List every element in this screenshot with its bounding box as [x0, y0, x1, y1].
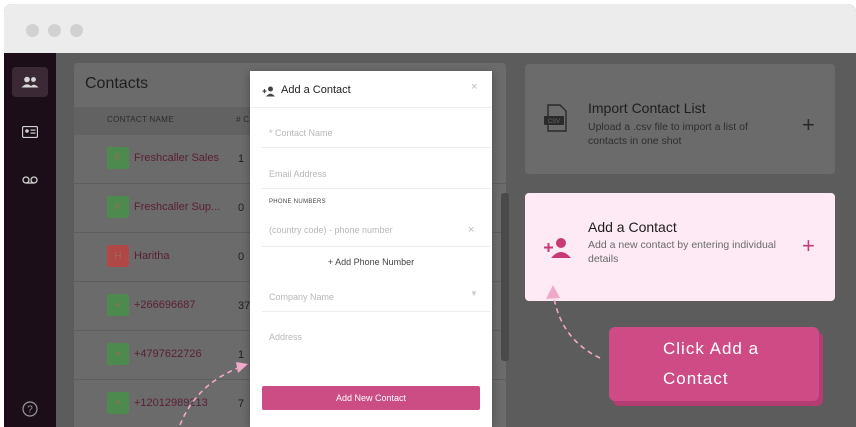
callout-arrow-head [546, 285, 560, 299]
modal-arrow-line [179, 367, 239, 426]
annotation-arrows [179, 285, 601, 426]
callout-arrow-line [553, 297, 601, 359]
modal-arrow-head [236, 362, 248, 373]
